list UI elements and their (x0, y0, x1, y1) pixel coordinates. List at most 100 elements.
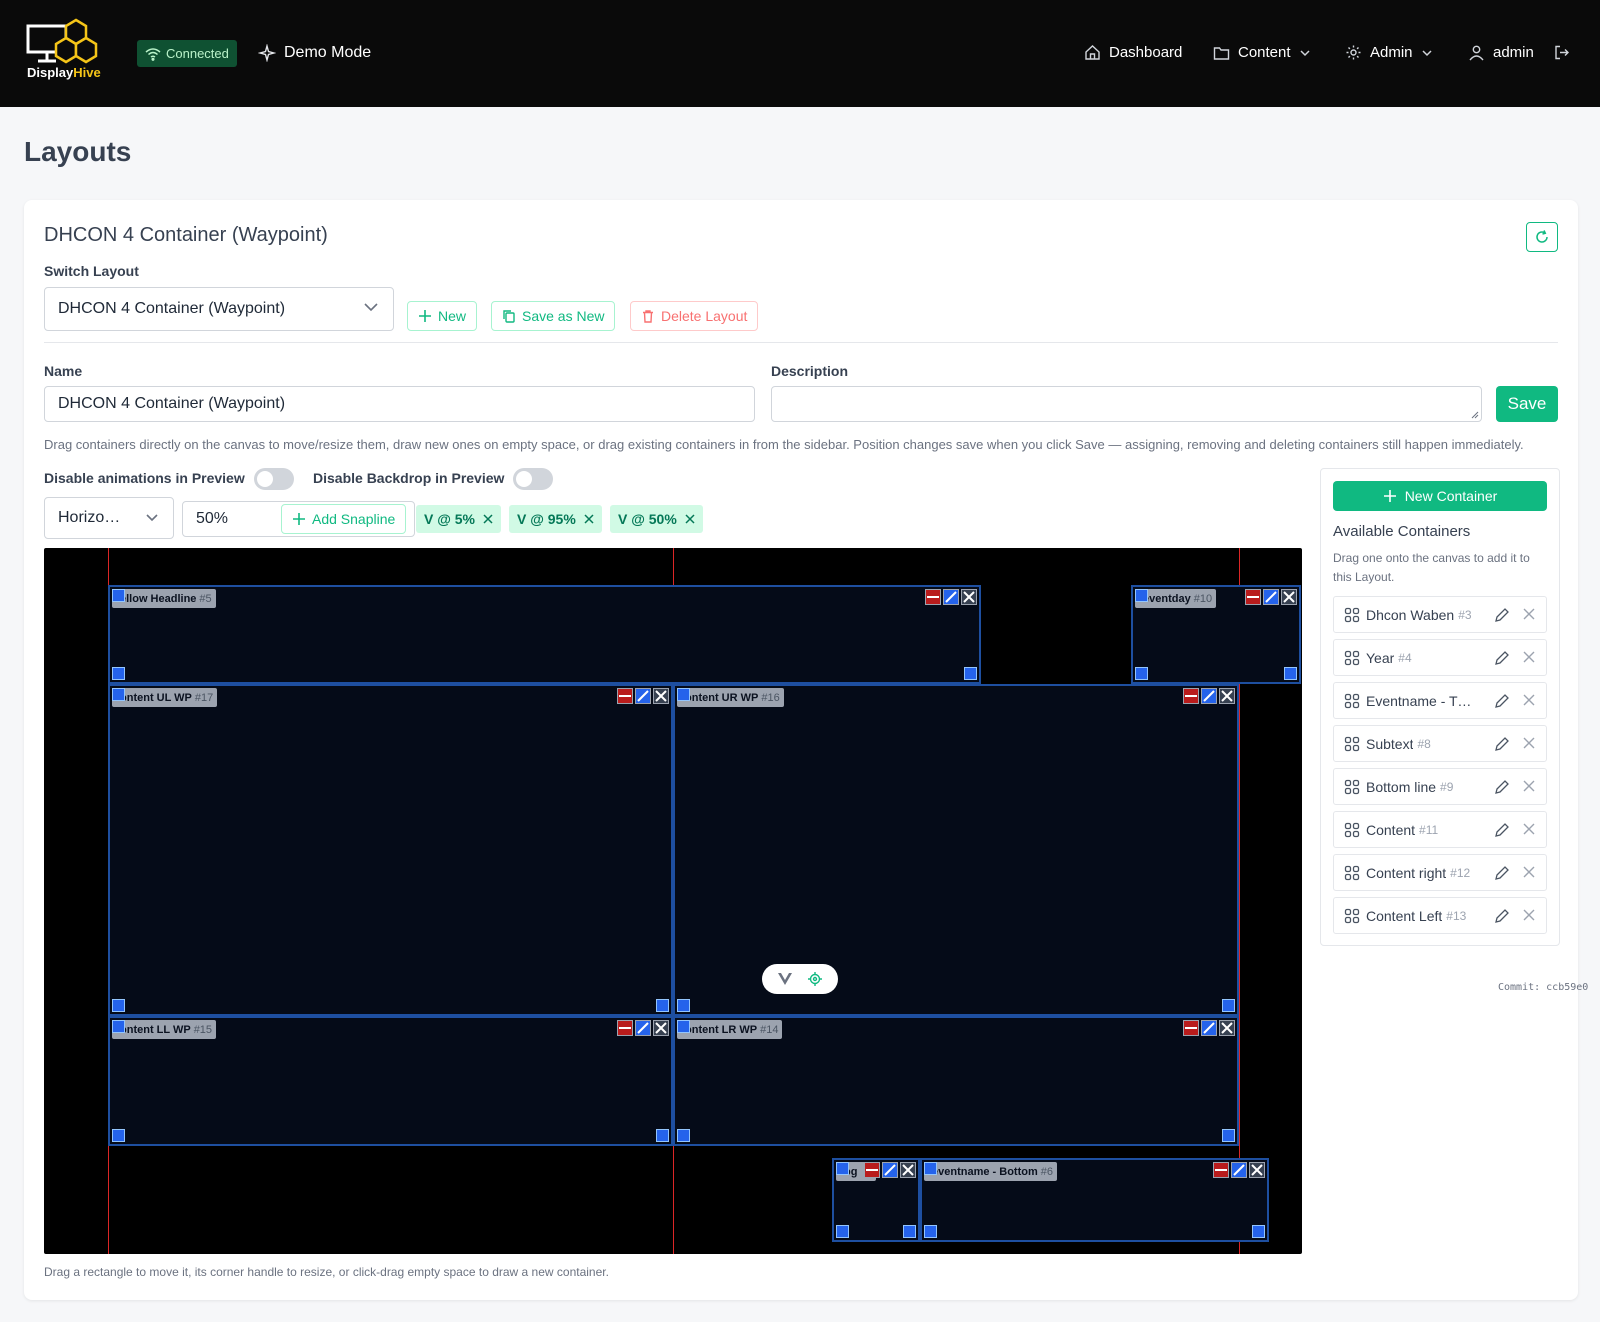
container-box[interactable]: eventday #10 (1131, 585, 1301, 684)
nav-user-menu[interactable]: admin (1468, 44, 1534, 61)
move-handle[interactable] (112, 1020, 125, 1033)
pencil-icon[interactable] (1494, 908, 1510, 924)
close-icon[interactable] (1522, 908, 1536, 922)
switch-layout-select[interactable]: DHCON 4 Container (Waypoint) (44, 287, 394, 331)
close-icon[interactable] (685, 514, 695, 524)
resize-handle[interactable] (1284, 667, 1297, 680)
nav-admin-menu[interactable]: Admin (1345, 44, 1433, 61)
name-input[interactable]: DHCON 4 Container (Waypoint) (44, 386, 755, 422)
move-handle[interactable] (1135, 589, 1148, 602)
container-box[interactable]: og (832, 1158, 920, 1242)
resize-handle[interactable] (112, 667, 125, 680)
fill-icon[interactable] (1245, 589, 1261, 605)
resize-handle[interactable] (112, 999, 125, 1012)
pencil-icon[interactable] (1494, 607, 1510, 623)
available-container-item[interactable]: Dhcon Waben #3 (1333, 596, 1547, 633)
move-handle[interactable] (112, 688, 125, 701)
close-icon[interactable] (653, 1020, 669, 1036)
disable-animations-toggle[interactable] (254, 468, 294, 490)
close-icon[interactable] (961, 589, 977, 605)
edit-icon[interactable] (943, 589, 959, 605)
fill-icon[interactable] (864, 1162, 880, 1178)
close-icon[interactable] (1522, 607, 1536, 621)
available-container-item[interactable]: Bottom line #9 (1333, 768, 1547, 805)
close-icon[interactable] (1522, 779, 1536, 793)
available-container-item[interactable]: Subtext #8 (1333, 725, 1547, 762)
close-icon[interactable] (1219, 688, 1235, 704)
available-container-item[interactable]: Content right #12 (1333, 854, 1547, 891)
logout-button[interactable] (1553, 44, 1570, 61)
container-box[interactable]: ontent LR WP #14 (673, 1016, 1239, 1146)
container-box[interactable]: ontent LL WP #15 (108, 1016, 673, 1146)
move-handle[interactable] (112, 589, 125, 602)
close-icon[interactable] (584, 514, 594, 524)
resize-handle[interactable] (677, 1129, 690, 1142)
resize-handle[interactable] (1222, 1129, 1235, 1142)
new-layout-button[interactable]: New (407, 301, 478, 331)
resize-handle[interactable] (112, 1129, 125, 1142)
disable-backdrop-toggle[interactable] (513, 468, 553, 490)
layout-canvas[interactable]: ellow Headline #5 eventday #10 ontent UL W… (44, 548, 1302, 1254)
pencil-icon[interactable] (1494, 736, 1510, 752)
pencil-icon[interactable] (1494, 779, 1510, 795)
snapline-orientation-select[interactable]: Horizo… (44, 497, 174, 539)
available-container-item[interactable]: Content #11 (1333, 811, 1547, 848)
resize-handle[interactable] (656, 999, 669, 1012)
pencil-icon[interactable] (1494, 693, 1510, 709)
container-box[interactable]: ontent UL WP #17 (108, 684, 673, 1016)
close-icon[interactable] (1249, 1162, 1265, 1178)
move-handle[interactable] (924, 1162, 937, 1175)
resize-handle[interactable] (1252, 1225, 1265, 1238)
container-box[interactable]: ontent UR WP #16 (673, 684, 1239, 1016)
close-icon[interactable] (483, 514, 493, 524)
close-icon[interactable] (1219, 1020, 1235, 1036)
nav-content-menu[interactable]: Content (1213, 44, 1311, 61)
pencil-icon[interactable] (1494, 865, 1510, 881)
save-as-new-button[interactable]: Save as New (491, 301, 616, 331)
edit-icon[interactable] (635, 1020, 651, 1036)
close-icon[interactable] (1522, 650, 1536, 664)
available-container-item[interactable]: Year #4 (1333, 639, 1547, 676)
edit-icon[interactable] (1201, 688, 1217, 704)
close-icon[interactable] (1522, 693, 1536, 707)
fill-icon[interactable] (617, 688, 633, 704)
demo-mode-toggle[interactable]: Demo Mode (258, 44, 371, 62)
edit-icon[interactable] (1201, 1020, 1217, 1036)
move-handle[interactable] (677, 1020, 690, 1033)
edit-icon[interactable] (1263, 589, 1279, 605)
fill-icon[interactable] (1183, 1020, 1199, 1036)
resize-handle[interactable] (964, 667, 977, 680)
add-snapline-button[interactable]: Add Snapline (281, 504, 407, 534)
edit-icon[interactable] (1231, 1162, 1247, 1178)
edit-icon[interactable] (882, 1162, 898, 1178)
resize-handle[interactable] (656, 1129, 669, 1142)
save-button[interactable]: Save (1496, 386, 1558, 422)
edit-icon[interactable] (635, 688, 651, 704)
close-icon[interactable] (1281, 589, 1297, 605)
pencil-icon[interactable] (1494, 650, 1510, 666)
pencil-icon[interactable] (1494, 822, 1510, 838)
move-handle[interactable] (836, 1162, 849, 1175)
target-icon[interactable] (807, 971, 823, 987)
close-icon[interactable] (1522, 736, 1536, 750)
fill-icon[interactable] (1183, 688, 1199, 704)
resize-handle[interactable] (903, 1225, 916, 1238)
close-icon[interactable] (1522, 822, 1536, 836)
nav-dashboard[interactable]: Dashboard (1084, 44, 1182, 61)
close-icon[interactable] (900, 1162, 916, 1178)
fill-icon[interactable] (925, 589, 941, 605)
delete-layout-button[interactable]: Delete Layout (630, 301, 759, 331)
resize-handle[interactable] (1135, 667, 1148, 680)
resize-handle[interactable] (924, 1225, 937, 1238)
close-icon[interactable] (1522, 865, 1536, 879)
container-box[interactable]: ellow Headline #5 (108, 585, 981, 684)
resize-handle[interactable] (677, 999, 690, 1012)
refresh-button[interactable] (1526, 222, 1558, 252)
close-icon[interactable] (653, 688, 669, 704)
container-box[interactable]: eventname - Bottom #6 (920, 1158, 1269, 1242)
move-handle[interactable] (677, 688, 690, 701)
resize-handle[interactable] (1222, 999, 1235, 1012)
resize-handle[interactable] (836, 1225, 849, 1238)
new-container-button[interactable]: New Container (1333, 481, 1547, 511)
fill-icon[interactable] (1213, 1162, 1229, 1178)
